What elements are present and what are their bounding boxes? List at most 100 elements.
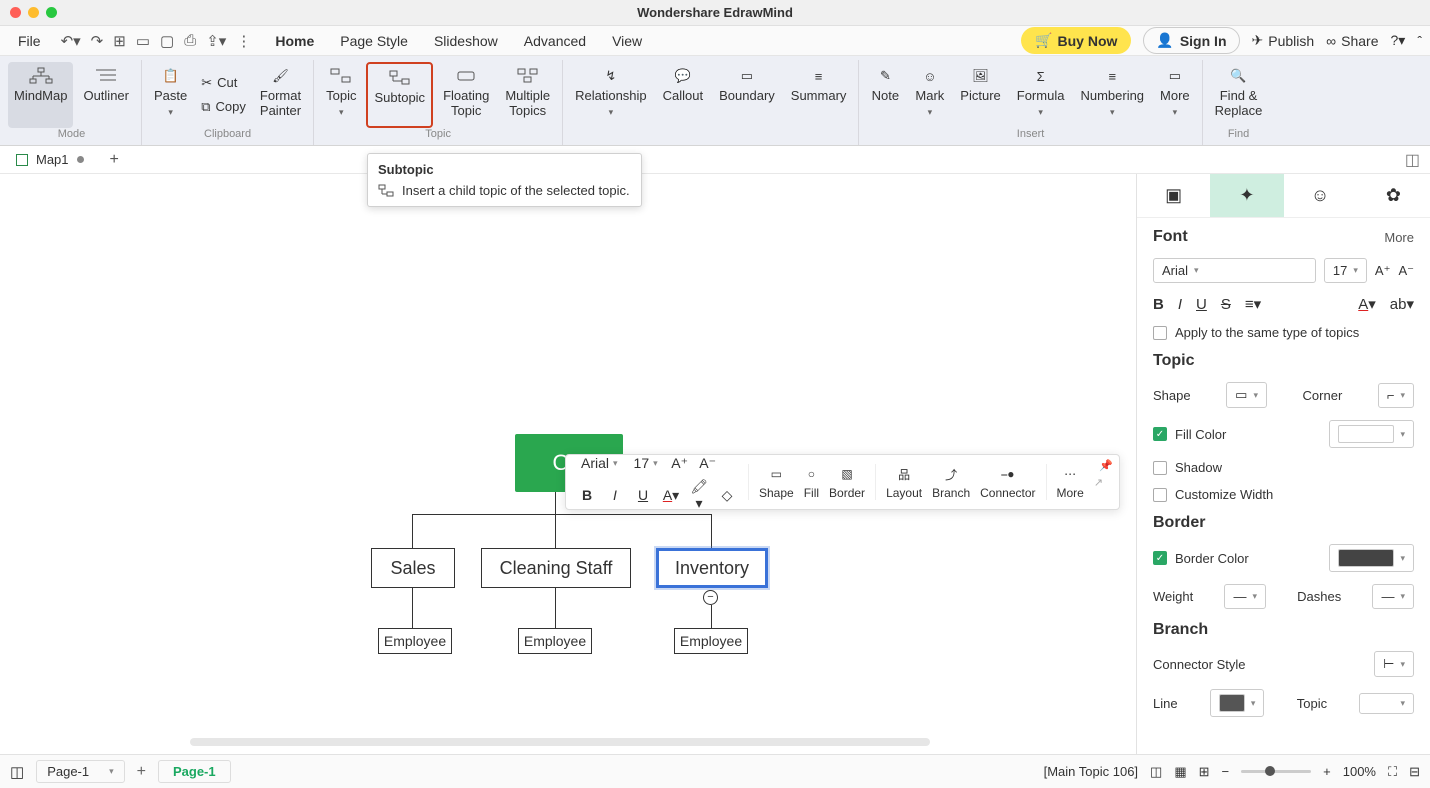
mindmap-mode-button[interactable]: MindMap [8, 62, 73, 128]
tab-view[interactable]: View [610, 29, 644, 53]
fullscreen-icon[interactable]: ⛶ [1388, 764, 1397, 780]
page-tab[interactable]: Page-1 [158, 760, 231, 783]
floating-topic-button[interactable]: Floating Topic [437, 62, 495, 128]
case-button[interactable]: ab▾ [1390, 295, 1414, 313]
align-button[interactable]: ≡▾ [1245, 295, 1261, 313]
multiple-topics-button[interactable]: Multiple Topics [499, 62, 556, 128]
export-icon[interactable]: ⇪▾ [206, 32, 226, 50]
apply-same-checkbox[interactable] [1153, 326, 1167, 340]
save-icon[interactable]: ▢ [160, 32, 174, 50]
customize-qat-icon[interactable]: ⋮ [236, 32, 251, 50]
customize-width-checkbox[interactable] [1153, 488, 1167, 502]
bold-button[interactable]: B [576, 487, 598, 503]
corner-select[interactable]: ⌐▾ [1378, 383, 1414, 408]
zoom-slider[interactable] [1241, 770, 1311, 773]
maximize-icon[interactable] [46, 7, 57, 18]
note-button[interactable]: ✎Note [865, 62, 905, 128]
bold-button[interactable]: B [1153, 296, 1164, 313]
node-inventory-selected[interactable]: Inventory [656, 548, 768, 588]
view-1-icon[interactable]: ◫ [1150, 764, 1162, 780]
sp-tab-clipart[interactable]: ✿ [1357, 174, 1430, 217]
new-icon[interactable]: ⊞ [113, 32, 126, 50]
copy-button[interactable]: ⧉Copy [197, 97, 250, 117]
topic-button[interactable]: Topic▾ [320, 62, 362, 128]
connector-style-select[interactable]: ⊢▾ [1374, 651, 1414, 677]
font-shrink-button[interactable]: A⁻ [1398, 263, 1414, 279]
file-menu[interactable]: File [8, 29, 51, 53]
highlight-button[interactable]: 🖍▾ [688, 478, 710, 512]
italic-button[interactable]: I [1178, 296, 1182, 313]
share-button[interactable]: ∞Share [1326, 33, 1378, 49]
font-more-link[interactable]: More [1384, 230, 1414, 245]
more-insert-button[interactable]: ▭More▾ [1154, 62, 1196, 128]
find-replace-button[interactable]: 🔍Find & Replace [1209, 62, 1269, 128]
font-family-select[interactable]: Arial▾ [1153, 258, 1316, 283]
font-color-button[interactable]: A▾ [660, 487, 682, 504]
picture-button[interactable]: 🖼Picture [954, 62, 1006, 128]
sp-tab-format[interactable]: ✦ [1210, 174, 1283, 217]
node-employee-1[interactable]: Employee [378, 628, 452, 654]
fill-button[interactable]: ○Fill [804, 464, 819, 500]
fill-color-checkbox[interactable]: ✓ [1153, 427, 1167, 441]
callout-button[interactable]: 💬Callout [657, 62, 709, 128]
tab-page-style[interactable]: Page Style [338, 29, 410, 53]
sign-in-button[interactable]: 👤Sign In [1143, 27, 1239, 54]
fit-icon[interactable]: ⊟ [1409, 764, 1420, 780]
tab-advanced[interactable]: Advanced [522, 29, 588, 53]
cut-button[interactable]: ✂Cut [197, 73, 250, 93]
border-color-checkbox[interactable]: ✓ [1153, 551, 1167, 565]
help-button[interactable]: ?▾ [1391, 32, 1406, 49]
outline-view-icon[interactable]: ◫ [10, 763, 24, 781]
more-button[interactable]: ⋯More [1057, 464, 1084, 500]
paste-button[interactable]: 📋 Paste ▾ [148, 62, 193, 128]
zoom-out-button[interactable]: − [1222, 764, 1230, 779]
underline-button[interactable]: U [632, 487, 654, 503]
topic-branch-select[interactable]: ▾ [1359, 693, 1414, 714]
print-icon[interactable]: ⎙ [184, 32, 196, 49]
h-scrollbar[interactable] [190, 738, 930, 746]
connector-button[interactable]: ⎯●Connector [980, 464, 1035, 500]
shadow-checkbox[interactable] [1153, 461, 1167, 475]
format-painter-button[interactable]: 🖌 Format Painter [254, 62, 307, 128]
mark-button[interactable]: ☺Mark▾ [909, 62, 950, 128]
close-icon[interactable] [10, 7, 21, 18]
document-tab[interactable]: Map1 [6, 149, 94, 170]
sp-tab-emoji[interactable]: ☺ [1284, 174, 1357, 217]
boundary-button[interactable]: ▭Boundary [713, 62, 781, 128]
relationship-button[interactable]: ↯Relationship▾ [569, 62, 653, 128]
tab-slideshow[interactable]: Slideshow [432, 29, 500, 53]
node-employee-3[interactable]: Employee [674, 628, 748, 654]
font-size-select[interactable]: 17▾ [629, 452, 663, 474]
strike-button[interactable]: S [1221, 296, 1231, 313]
undo-icon[interactable]: ↶▾ [61, 32, 81, 50]
minimize-icon[interactable] [28, 7, 39, 18]
subtopic-button[interactable]: Subtopic [366, 62, 433, 128]
add-page-button[interactable]: + [137, 763, 146, 781]
font-color-button[interactable]: A▾ [1358, 295, 1376, 313]
border-color-select[interactable]: ▾ [1329, 544, 1414, 572]
font-size-select[interactable]: 17▾ [1324, 258, 1367, 283]
view-3-icon[interactable]: ⊞ [1199, 764, 1210, 780]
node-cleaning-staff[interactable]: Cleaning Staff [481, 548, 631, 588]
branch-button[interactable]: ⤴Branch [932, 464, 970, 500]
node-sales[interactable]: Sales [371, 548, 455, 588]
sp-tab-style[interactable]: ▣ [1137, 174, 1210, 217]
collapse-ribbon-icon[interactable]: ˆ [1417, 33, 1422, 49]
border-button[interactable]: ▧Border [829, 464, 865, 500]
clear-format-button[interactable]: ◇ [716, 487, 738, 504]
panel-toggle-icon[interactable]: ◫ [1405, 150, 1420, 170]
line-color-select[interactable]: ▾ [1210, 689, 1265, 717]
formula-button[interactable]: ΣFormula▾ [1011, 62, 1071, 128]
font-shrink-button[interactable]: A⁻ [697, 455, 719, 472]
new-tab-button[interactable]: + [104, 151, 125, 169]
font-family-select[interactable]: Arial▾ [576, 452, 623, 474]
dashes-select[interactable]: —▾ [1372, 584, 1414, 609]
numbering-button[interactable]: ≡Numbering▾ [1074, 62, 1150, 128]
view-2-icon[interactable]: ▦ [1174, 764, 1186, 780]
redo-icon[interactable]: ↷ [91, 32, 104, 50]
font-grow-button[interactable]: A⁺ [669, 455, 691, 472]
page-select[interactable]: Page-1▾ [36, 760, 124, 783]
node-employee-2[interactable]: Employee [518, 628, 592, 654]
font-grow-button[interactable]: A⁺ [1375, 263, 1391, 279]
shape-button[interactable]: ▭Shape [759, 464, 794, 500]
